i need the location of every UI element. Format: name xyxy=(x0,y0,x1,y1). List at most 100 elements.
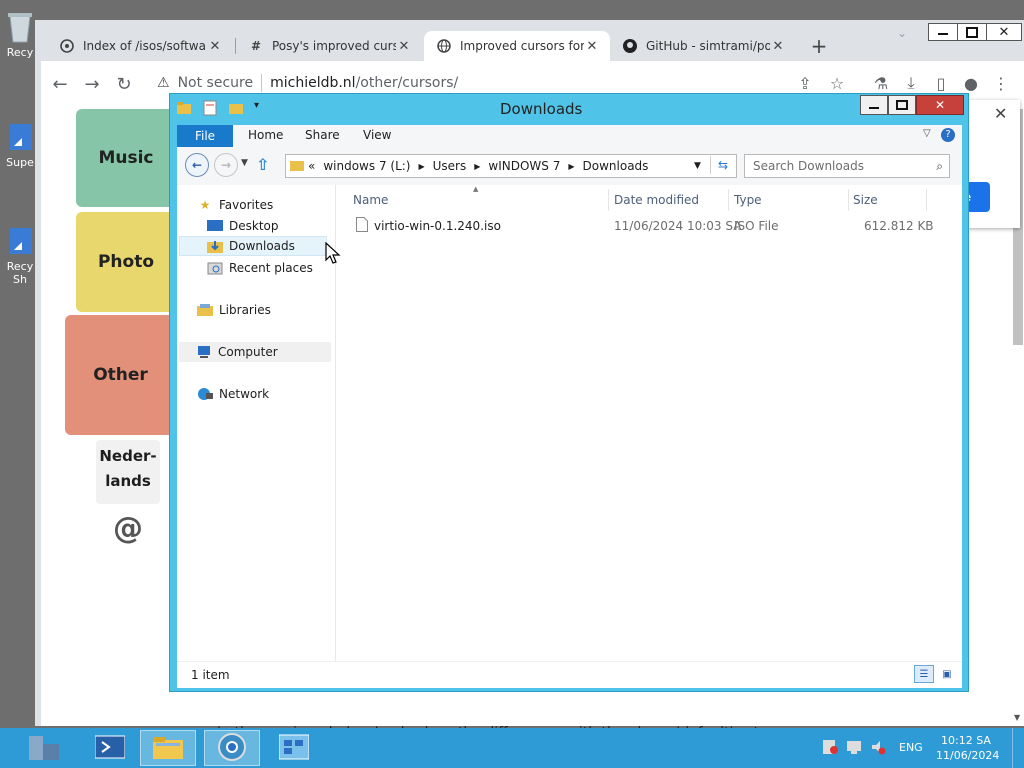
breadcrumb-overflow[interactable]: « xyxy=(308,159,315,173)
nav-libraries[interactable]: Libraries xyxy=(197,300,271,320)
nav-recent-places[interactable]: Recent places xyxy=(207,258,313,278)
forward-button[interactable]: → xyxy=(79,71,105,97)
email-link[interactable]: @ xyxy=(113,511,143,546)
folder-icon[interactable] xyxy=(176,100,192,119)
ribbon-tab-home[interactable]: Home xyxy=(248,128,283,142)
close-icon[interactable]: ✕ xyxy=(584,39,600,54)
close-icon[interactable]: ✕ xyxy=(396,39,412,54)
share-icon[interactable]: ⇪ xyxy=(793,71,817,95)
explorer-close-button[interactable]: ✕ xyxy=(916,95,964,115)
clock-time: 10:12 SA xyxy=(941,734,991,747)
input-language[interactable]: ENG xyxy=(899,741,923,754)
breadcrumb[interactable]: « windows 7 (L:) ▶ Users ▶ wINDOWS 7 ▶ D… xyxy=(285,154,737,178)
column-header-date-modified[interactable]: Date modified xyxy=(614,189,699,211)
tab-posy-cursors[interactable]: # Posy's improved cursors ✕ xyxy=(236,31,422,61)
tab-github[interactable]: GitHub - simtrami/po ✕ xyxy=(610,31,796,61)
chevron-down-icon[interactable]: ▾ xyxy=(254,100,259,119)
nav-downloads[interactable]: Downloads xyxy=(179,236,327,256)
nav-desktop[interactable]: Desktop xyxy=(207,216,279,236)
show-desktop-button[interactable] xyxy=(1012,728,1013,768)
desktop-icon-label: Supe xyxy=(6,156,34,169)
ribbon-tabs: File Home Share View ▽ ? xyxy=(177,125,962,147)
close-icon[interactable]: ✕ xyxy=(994,104,1007,123)
ribbon-tab-file[interactable]: File xyxy=(177,125,233,147)
language-link[interactable]: Neder- lands xyxy=(96,440,160,504)
volume-muted-icon[interactable] xyxy=(870,739,886,758)
extension-icon[interactable]: ⚗ xyxy=(869,71,893,95)
new-folder-icon[interactable] xyxy=(228,100,244,119)
side-panel-icon[interactable]: ▯ xyxy=(929,71,953,95)
column-header-size[interactable]: Size xyxy=(853,189,878,211)
menu-tile-music[interactable]: Music xyxy=(76,109,176,207)
properties-icon[interactable] xyxy=(202,100,218,119)
refresh-icon[interactable]: ⇆ xyxy=(710,156,735,174)
address-toolbar: ← → ▼ ⇧ « windows 7 (L:) ▶ Users ▶ wINDO… xyxy=(177,147,962,186)
details-view-icon[interactable]: ☰ xyxy=(914,665,934,683)
forward-button[interactable]: → xyxy=(214,153,238,177)
chrome-button[interactable] xyxy=(204,730,260,766)
maximize-button[interactable] xyxy=(957,23,987,41)
help-icon[interactable]: ? xyxy=(941,128,955,142)
breadcrumb-downloads[interactable]: Downloads xyxy=(583,159,649,173)
search-placeholder: Search Downloads xyxy=(753,159,864,173)
nav-computer[interactable]: Computer xyxy=(179,342,331,362)
explorer-maximize-button[interactable] xyxy=(888,95,916,115)
clock[interactable]: 10:12 SA 11/06/2024 xyxy=(936,733,1000,763)
menu-tile-other[interactable]: Other xyxy=(65,315,176,435)
download-icon[interactable]: ⤓ xyxy=(899,71,923,95)
tab-search-icon[interactable]: ⌄ xyxy=(897,26,907,40)
chevron-down-icon[interactable]: ▼ xyxy=(694,161,701,171)
ribbon-expand-icon[interactable]: ▽ xyxy=(923,128,931,139)
action-center-icon[interactable] xyxy=(822,739,838,758)
clock-date: 11/06/2024 xyxy=(936,749,1000,762)
search-icon[interactable]: ⌕ xyxy=(936,159,943,174)
chevron-right-icon[interactable]: ▶ xyxy=(418,162,424,171)
minimize-button[interactable] xyxy=(928,23,958,41)
close-window-button[interactable]: ✕ xyxy=(986,23,1022,41)
reload-button[interactable]: ↻ xyxy=(111,71,137,97)
tab-improved-cursors[interactable]: Improved cursors for W ✕ xyxy=(424,31,610,61)
desktop-icon-super[interactable]: Supe xyxy=(0,118,40,169)
explorer-minimize-button[interactable] xyxy=(860,95,888,115)
nav-label: Favorites xyxy=(219,198,274,212)
breadcrumb-drive[interactable]: windows 7 (L:) xyxy=(323,159,410,173)
breadcrumb-user[interactable]: wINDOWS 7 xyxy=(488,159,560,173)
scroll-down-icon[interactable]: ▼ xyxy=(1014,713,1020,722)
menu-tile-photo[interactable]: Photo xyxy=(76,212,176,312)
search-input[interactable]: Search Downloads ⌕ xyxy=(744,154,950,178)
explorer-titlebar[interactable]: ▾ Downloads ✕ xyxy=(170,94,968,122)
network-tray-icon[interactable] xyxy=(846,739,862,758)
desktop-icon-label: Sh xyxy=(13,273,27,286)
bookmark-star-icon[interactable]: ☆ xyxy=(825,71,849,95)
control-panel-button[interactable] xyxy=(266,730,322,766)
column-separator xyxy=(926,189,927,211)
kebab-menu-icon[interactable]: ⋮ xyxy=(989,71,1013,95)
ribbon-tab-view[interactable]: View xyxy=(363,128,391,142)
column-header-type[interactable]: Type xyxy=(734,189,762,211)
up-arrow-icon[interactable]: ⇧ xyxy=(256,155,269,174)
desktop-icon-recycle-bin[interactable]: Recy xyxy=(0,8,40,59)
breadcrumb-users[interactable]: Users xyxy=(433,159,467,173)
file-explorer-button[interactable] xyxy=(140,730,196,766)
new-tab-button[interactable]: + xyxy=(805,31,833,61)
tab-index-of-isos[interactable]: Index of /isos/software ✕ xyxy=(47,31,235,61)
close-icon[interactable]: ✕ xyxy=(770,39,786,54)
back-button[interactable]: ← xyxy=(47,71,73,97)
profile-avatar-icon[interactable]: ● xyxy=(959,71,983,95)
column-header-name[interactable]: Name xyxy=(353,189,388,211)
desktop-icon-recycle-shortcut[interactable]: Recy Sh xyxy=(0,222,40,286)
powershell-button[interactable] xyxy=(82,730,138,766)
close-icon[interactable]: ✕ xyxy=(207,39,223,54)
nav-favorites[interactable]: ★ Favorites xyxy=(197,195,274,215)
desktop-icon-label: Recy xyxy=(6,260,34,273)
column-separator xyxy=(848,189,849,211)
chevron-right-icon[interactable]: ▶ xyxy=(474,162,480,171)
back-button[interactable]: ← xyxy=(185,153,209,177)
ribbon-tab-share[interactable]: Share xyxy=(305,128,340,142)
page-icon xyxy=(59,38,75,54)
large-icons-view-icon[interactable]: ▣ xyxy=(938,665,956,683)
recent-locations-icon[interactable]: ▼ xyxy=(241,158,248,168)
server-manager-button[interactable] xyxy=(16,730,72,766)
chevron-right-icon[interactable]: ▶ xyxy=(568,162,574,171)
nav-network[interactable]: Network xyxy=(197,384,269,404)
